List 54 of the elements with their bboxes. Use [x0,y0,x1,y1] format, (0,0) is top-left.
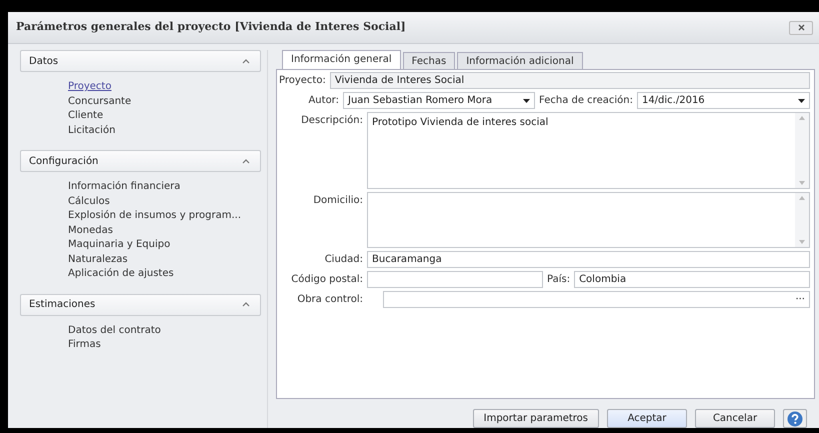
field-label: Descripción: [300,114,363,128]
field-label: Ciudad: [324,253,363,267]
input-field[interactable]: ··· [383,291,810,308]
dropdown-caret-icon [798,98,805,102]
section-header[interactable]: Configuración [20,150,261,172]
field-label: Obra control: [296,293,363,307]
dropdown[interactable]: Juan Sebastian Romero Mora [343,92,535,109]
section-header[interactable]: Estimaciones [20,294,261,316]
section-title: Datos [29,54,58,68]
sidebar-item[interactable]: Firmas [68,338,261,352]
sidebar-item[interactable]: Cliente [68,109,261,124]
dialog-button[interactable]: Importar parametros [472,409,599,428]
tab[interactable]: Información general [282,50,401,69]
input-field[interactable]: Colombia [574,271,810,288]
section-header[interactable]: Datos [20,50,261,72]
tab[interactable]: Fechas [402,52,456,69]
tab[interactable]: Información adicional [457,52,583,69]
scroll-down-icon[interactable] [799,240,805,244]
field-label: Autor: [307,94,339,108]
text-area[interactable]: Prototipo Vivienda de interes social [367,112,810,189]
sidebar-item[interactable]: Proyecto [68,80,261,94]
field-label: Fecha de creación: [539,94,633,108]
dropdown[interactable]: 14/dic./2016 [636,92,810,109]
section-title: Configuración [29,154,98,168]
sidebar-item[interactable]: Explosión de insumos y program... [68,209,261,224]
field-label: Código postal: [290,273,363,287]
dialog-button[interactable]: Cancelar [695,409,775,428]
close-button[interactable] [789,20,813,34]
help-button[interactable] [783,409,807,428]
text-area[interactable] [367,192,810,248]
field-label: Proyecto: [279,74,326,88]
scroll-up-icon[interactable] [799,196,805,200]
sidebar-item[interactable]: Maquinaria y Equipo [68,238,261,252]
scroll-up-icon[interactable] [799,116,805,120]
sidebar-item[interactable]: Licitación [68,124,261,138]
close-icon [798,24,804,31]
field-label: País: [547,273,570,287]
sidebar-item[interactable]: Concursante [68,94,261,109]
sidebar-item[interactable]: Naturalezas [68,252,261,267]
scroll-down-icon[interactable] [799,181,805,185]
input-field[interactable]: Bucaramanga [367,251,810,268]
sidebar-item[interactable]: Aplicación de ajustes [68,267,261,282]
field-label: Domicilio: [312,194,363,208]
help-icon [787,410,803,426]
window-title: Parámetros generales del proyecto [Vivienda de Interes Social] [16,19,406,36]
dialog-button[interactable]: Aceptar [607,409,687,428]
sidebar-item[interactable]: Cálculos [68,194,261,209]
sidebar-item[interactable]: Monedas [68,224,261,238]
sidebar-item[interactable]: Información financiera [68,180,261,194]
sidebar-item[interactable]: Datos del contrato [68,324,261,338]
section-title: Estimaciones [29,298,96,312]
dropdown-caret-icon [523,98,530,102]
input-field[interactable] [367,271,543,288]
browse-button[interactable]: ··· [795,292,805,307]
